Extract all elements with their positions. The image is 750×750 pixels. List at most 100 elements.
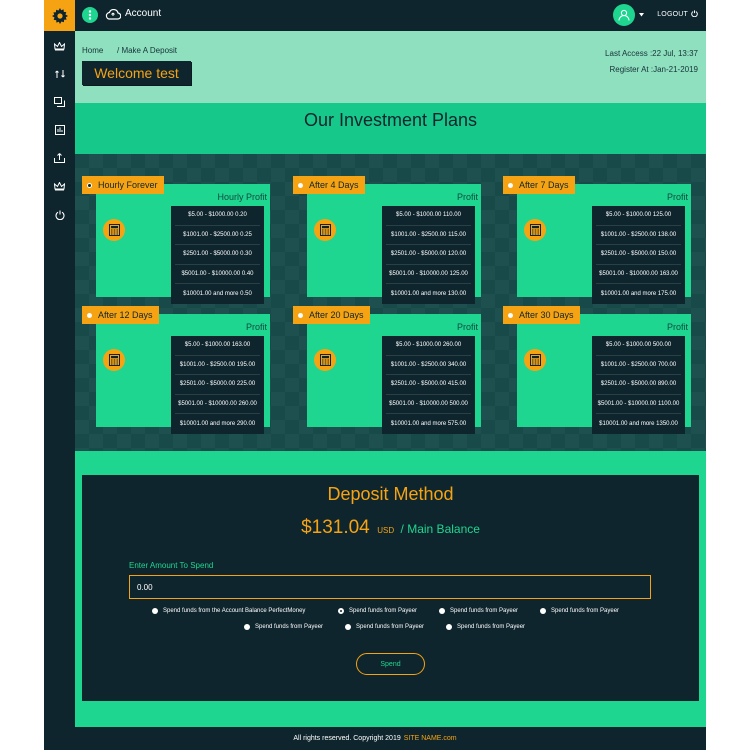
power-icon — [55, 210, 64, 220]
plan-name-tab[interactable]: After 12 Days — [82, 306, 159, 324]
transfer-icon — [54, 70, 65, 78]
rate-table: $5.00 - $1000.00 500.00 $1001.00 - $2500.… — [592, 336, 685, 434]
payment-option-label: Spend funds from Payeer — [356, 624, 425, 630]
radio-dot-icon — [298, 312, 303, 318]
radio-dot-icon — [87, 182, 92, 188]
crown-icon — [54, 181, 65, 190]
radio-button-icon[interactable] — [446, 624, 452, 630]
plan-name-tab[interactable]: After 30 Days — [503, 306, 580, 324]
balance-line: $131.04 USD / Main Balance — [82, 517, 699, 539]
rate-table: $5.00 - $1000.00 110.00 $1001.00 - $2500.… — [382, 206, 475, 304]
radio-button-icon[interactable] — [338, 608, 344, 614]
rate-row: $5001.00 - $10000.00 260.00 — [175, 395, 260, 414]
deposit-panel: Deposit Method $131.04 USD / Main Balanc… — [82, 475, 699, 701]
footer-site-link[interactable]: SITE NAME.com — [404, 735, 457, 742]
plan-name: After 12 Days — [98, 310, 153, 320]
radio-button-icon[interactable] — [152, 608, 158, 614]
sidebar-item-withdraw[interactable] — [44, 148, 75, 168]
rate-row: $5.00 - $1000.00 500.00 — [596, 336, 681, 356]
plan-name: Hourly Forever — [98, 180, 158, 190]
rate-row: $2501.00 - $5000.00 225.00 — [175, 375, 260, 395]
plan-name: After 30 Days — [519, 310, 574, 320]
payment-option[interactable]: Spend funds from Payeer — [244, 624, 323, 630]
caret-down-icon[interactable] — [639, 13, 644, 17]
user-icon — [618, 9, 630, 21]
sidebar-item-plans[interactable] — [44, 36, 75, 56]
radio-dot-icon — [508, 182, 513, 188]
radio-button-icon[interactable] — [244, 624, 250, 630]
menu-toggle-button[interactable] — [82, 7, 98, 23]
rate-row: $5.00 - $1000.00 163.00 — [175, 336, 260, 356]
plan-name-tab[interactable]: After 20 Days — [293, 306, 370, 324]
payment-option[interactable]: Spend funds from Payeer — [338, 608, 417, 614]
last-access: Last Access :22 Jul, 13:37 — [605, 49, 698, 58]
sidebar-item-logout[interactable] — [44, 205, 75, 225]
settings-button[interactable] — [44, 0, 75, 31]
amount-input[interactable] — [129, 575, 651, 599]
sidebar-item-stats[interactable] — [44, 120, 75, 140]
radio-button-icon[interactable] — [439, 608, 445, 614]
payment-option-label: Spend funds from Payeer — [457, 624, 526, 630]
radio-button-icon[interactable] — [540, 608, 546, 614]
rate-row: $5.00 - $1000.00 260.00 — [386, 336, 471, 356]
plan-card: After 4 Days Profit $5.00 - $1000.00 110.0… — [293, 176, 481, 304]
calculator-icon — [524, 219, 546, 241]
plan-name-tab[interactable]: Hourly Forever — [82, 176, 164, 194]
rate-table: $5.00 - $1000.00 125.00 $1001.00 - $2500.… — [592, 206, 685, 304]
radio-dot-icon — [508, 312, 513, 318]
plan-card: After 12 Days Profit $5.00 - $1000.00 163.… — [82, 306, 270, 434]
rate-row: $1001.00 - $2500.00 195.00 — [175, 356, 260, 375]
payment-option-label: Spend funds from Payeer — [255, 624, 324, 630]
plan-name-tab[interactable]: After 4 Days — [293, 176, 365, 194]
rate-row: $5001.00 - $10000.00 163.00 — [596, 265, 681, 284]
plan-name-tab[interactable]: After 7 Days — [503, 176, 575, 194]
calculator-icon — [314, 219, 336, 241]
plan-card: After 30 Days Profit $5.00 - $1000.00 500.… — [503, 306, 691, 434]
rate-table: $5.00 - $1000.00 163.00 $1001.00 - $2500.… — [171, 336, 264, 434]
rate-row: $10001.00 and more 290.00 — [179, 420, 256, 427]
logout-link[interactable]: LOGOUT — [657, 10, 698, 18]
rate-row: $10001.00 and more 1350.00 — [599, 420, 678, 427]
crown-icon — [54, 41, 65, 50]
plan-profit-label: Profit — [666, 322, 688, 332]
payment-option[interactable]: Spend funds from the Account Balance Per… — [152, 608, 305, 614]
rate-row: $5.00 - $1000.00 0.20 — [175, 206, 260, 226]
payment-option-label: Spend funds from Payeer — [450, 608, 519, 614]
payment-option[interactable]: Spend funds from Payeer — [540, 608, 619, 614]
stats-icon — [54, 125, 65, 135]
sidebar-item-history[interactable] — [44, 92, 75, 112]
plan-profit-label: Hourly Profit — [217, 192, 267, 202]
plan-card: After 7 Days Profit $5.00 - $1000.00 125.0… — [503, 176, 691, 304]
payment-option[interactable]: Spend funds from Payeer — [446, 624, 525, 630]
account-label[interactable]: Account — [125, 8, 161, 19]
sidebar-item-deposit[interactable] — [44, 176, 75, 196]
rate-row: $10001.00 and more 175.00 — [600, 290, 677, 297]
plan-profit-label: Profit — [456, 322, 478, 332]
plan-name: After 7 Days — [519, 180, 569, 190]
calculator-icon — [524, 349, 546, 371]
rate-table: $5.00 - $1000.00 0.20 $1001.00 - $2500.00… — [171, 206, 264, 304]
plan-profit-label: Profit — [666, 192, 688, 202]
amount-label: Enter Amount To Spend — [129, 561, 214, 570]
welcome-title: Welcome test — [82, 61, 191, 85]
rate-row: $1001.00 - $2500.00 340.00 — [386, 356, 471, 375]
breadcrumb-home[interactable]: Home — [82, 46, 103, 55]
plan-card: Hourly Forever Hourly Profit $5.00 - $1000… — [82, 176, 270, 304]
page-header: Home / Make A Deposit Welcome test Last … — [75, 31, 706, 103]
withdraw-icon — [54, 153, 65, 163]
radio-button-icon[interactable] — [345, 624, 351, 630]
spend-button[interactable]: Spend — [356, 653, 425, 675]
calculator-icon — [314, 349, 336, 371]
cloud-icon — [105, 9, 121, 20]
sidebar-item-transfer[interactable] — [44, 64, 75, 84]
plan-card: After 20 Days Profit $5.00 - $1000.00 260.… — [293, 306, 481, 434]
radio-dot-icon — [87, 312, 92, 318]
plan-name: After 20 Days — [309, 310, 364, 320]
user-avatar[interactable] — [613, 4, 635, 26]
vertical-dots-icon — [88, 10, 92, 20]
payment-option[interactable]: Spend funds from Payeer — [439, 608, 518, 614]
payment-option[interactable]: Spend funds from Payeer — [345, 624, 424, 630]
payment-option-label: Spend funds from Payeer — [349, 608, 418, 614]
deposit-section: Deposit Method $131.04 USD / Main Balanc… — [75, 451, 706, 727]
rate-row: $1001.00 - $2500.00 0.25 — [175, 226, 260, 245]
